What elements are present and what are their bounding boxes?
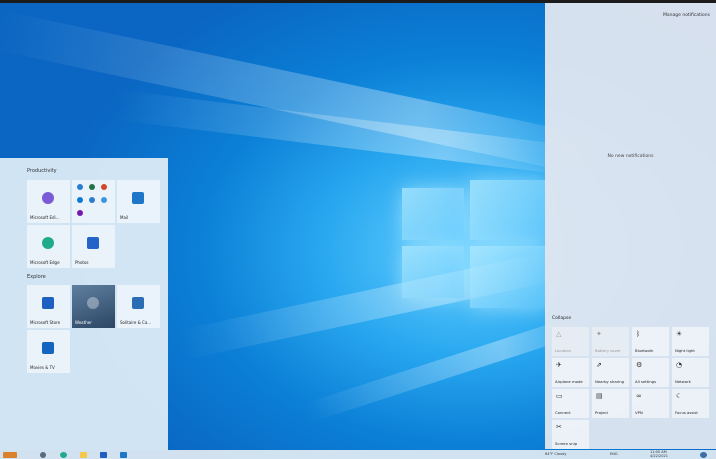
language-indicator[interactable]: ENG (610, 452, 618, 456)
location-icon: △ (556, 330, 562, 338)
quick-action-network[interactable]: ◔ Network (672, 358, 709, 387)
store-taskbar-icon[interactable] (100, 452, 107, 458)
battery-saver-icon: ✦ (596, 330, 602, 338)
tile-label: Solitaire & Ca... (120, 320, 152, 325)
logo-pane (402, 188, 464, 240)
tile-label: Photos (75, 260, 89, 265)
quick-action-label: Focus assist (675, 410, 698, 415)
quick-action-bluetooth[interactable]: ᛒ Bluetooth (632, 327, 669, 356)
collapse-button[interactable]: Collapse (552, 316, 571, 321)
tile-label: Mail (120, 215, 129, 220)
tile-office[interactable]: Microsoft Edi... (27, 180, 70, 223)
quick-action-project[interactable]: ▤ Project (592, 389, 629, 418)
quick-action-label: Location (555, 348, 572, 353)
logo-pane (470, 180, 546, 240)
start-menu: Productivity Microsoft Edi... Mail Micro… (0, 158, 168, 450)
tile-store[interactable]: Microsoft Store (27, 285, 70, 328)
quick-action-label: Battery saver (595, 348, 621, 353)
desktop: Productivity Microsoft Edi... Mail Micro… (0, 0, 716, 459)
edge-icon (42, 237, 54, 249)
file-explorer-icon[interactable] (80, 452, 87, 458)
weather-icon (87, 297, 99, 309)
quick-action-focus-assist[interactable]: ☾ Focus assist (672, 389, 709, 418)
start-icon[interactable] (3, 452, 17, 458)
quick-action-vpn[interactable]: ∞ VPN (632, 389, 669, 418)
solitaire-icon (132, 297, 144, 309)
quick-action-battery-saver[interactable]: ✦ Battery saver (592, 327, 629, 356)
logo-pane (402, 246, 464, 298)
quick-action-connect[interactable]: ▭ Connect (552, 389, 589, 418)
quick-action-label: Night light (675, 348, 695, 353)
tile-movies[interactable]: Movies & TV (27, 330, 70, 373)
tile-office-apps-folder[interactable] (72, 180, 115, 223)
quick-action-nearby-sharing[interactable]: ⇗ Nearby sharing (592, 358, 629, 387)
tile-photos[interactable]: Photos (72, 225, 115, 268)
quick-action-label: VPN (635, 410, 643, 415)
tile-solitaire[interactable]: Solitaire & Ca... (117, 285, 160, 328)
tile-edge[interactable]: Microsoft Edge (27, 225, 70, 268)
quick-action-label: Connect (555, 410, 571, 415)
quick-action-night-light[interactable]: ☀ Night light (672, 327, 709, 356)
airplane-mode-icon: ✈ (556, 361, 562, 369)
clock-date[interactable]: 4/22/2021 (650, 454, 668, 458)
notification-icon[interactable] (700, 452, 707, 458)
taskbar: 64°F Cloudy ENG 11:00 AM 4/22/2021 (0, 450, 716, 459)
focus-assist-icon: ☾ (676, 392, 683, 400)
quick-action-location[interactable]: △ Location (552, 327, 589, 356)
no-notifications-text: No new notifications (607, 154, 654, 159)
search-icon[interactable] (40, 452, 46, 458)
screen-snip-icon: ✂ (556, 423, 562, 431)
tile-weather[interactable]: Weather (72, 285, 115, 328)
action-center: Manage notifications No new notification… (545, 3, 716, 449)
office-icon (42, 192, 54, 204)
quick-action-all-settings[interactable]: ⚙ All settings (632, 358, 669, 387)
tile-label: Movies & TV (30, 365, 55, 370)
quick-action-label: Project (595, 410, 608, 415)
quick-action-airplane-mode[interactable]: ✈ Airplane mode (552, 358, 589, 387)
mail-taskbar-icon[interactable] (120, 452, 127, 458)
group-title-productivity: Productivity (27, 168, 57, 174)
project-icon: ▤ (596, 392, 603, 400)
quick-action-label: Screen snip (555, 441, 578, 446)
quick-action-label: Bluetooth (635, 348, 654, 353)
quick-action-label: All settings (635, 379, 657, 384)
network-icon: ◔ (676, 361, 683, 369)
windows-logo (402, 180, 552, 310)
bluetooth-icon: ᛒ (636, 330, 641, 338)
quick-action-label: Airplane mode (555, 379, 583, 384)
vpn-icon: ∞ (636, 392, 642, 400)
edge-taskbar-icon[interactable] (60, 452, 67, 458)
connect-icon: ▭ (556, 392, 563, 400)
tile-label: Microsoft Edi... (30, 215, 60, 220)
group-title-explore: Explore (27, 274, 46, 280)
mail-icon (132, 192, 144, 204)
quick-action-screen-snip[interactable]: ✂ Screen snip (552, 420, 589, 449)
manage-notifications-link[interactable]: Manage notifications (663, 13, 710, 18)
store-icon (42, 297, 54, 309)
movies-icon (42, 342, 54, 354)
nearby-sharing-icon: ⇗ (596, 361, 602, 369)
weather-widget[interactable]: 64°F Cloudy (545, 452, 566, 456)
tile-label: Weather (75, 320, 92, 325)
tile-mail[interactable]: Mail (117, 180, 160, 223)
quick-action-label: Network (675, 379, 691, 384)
night-light-icon: ☀ (676, 330, 683, 338)
tile-label: Microsoft Edge (30, 260, 60, 265)
quick-action-label: Nearby sharing (595, 379, 625, 384)
tile-label: Microsoft Store (30, 320, 61, 325)
logo-pane (470, 246, 546, 308)
photos-icon (87, 237, 99, 249)
all-settings-icon: ⚙ (636, 361, 643, 369)
